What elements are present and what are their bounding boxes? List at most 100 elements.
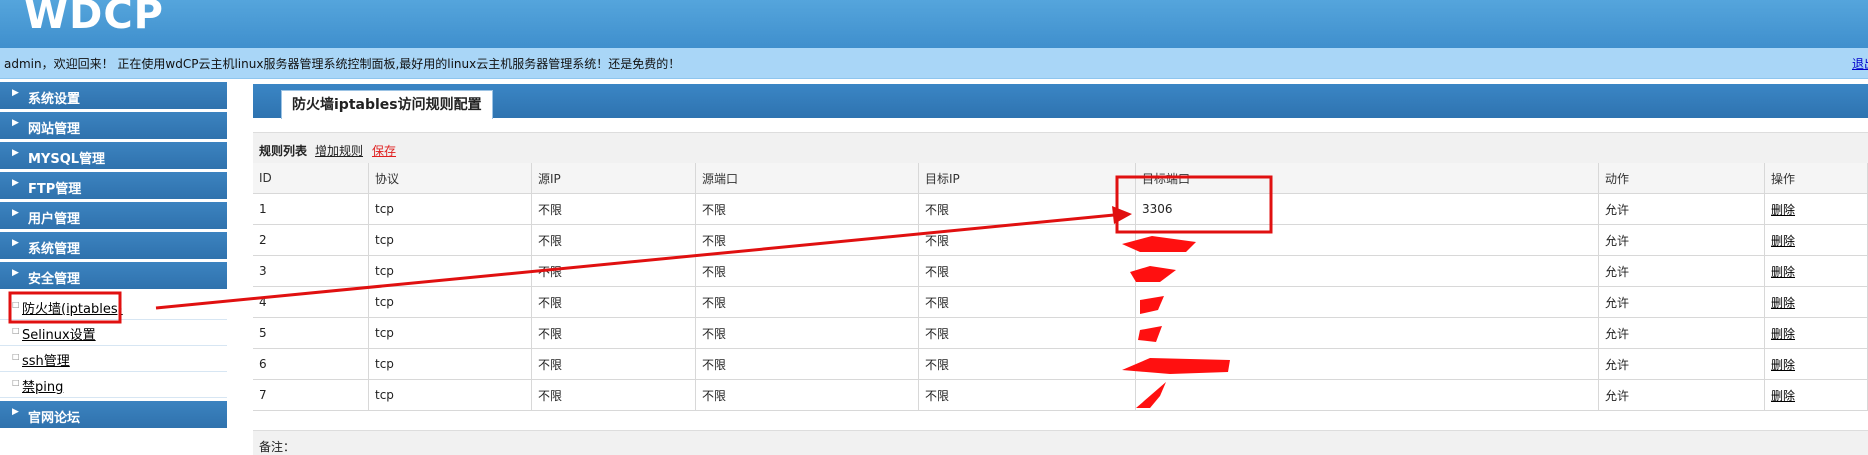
cell-protocol: tcp bbox=[368, 379, 532, 411]
delete-link[interactable]: 删除 bbox=[1771, 265, 1795, 279]
cell-src-ip: 不限 bbox=[531, 379, 696, 411]
caret-right-icon: ▶ bbox=[12, 118, 19, 128]
rule-list-toolbar: 规则列表 增加规则 保存 bbox=[253, 132, 1868, 163]
caret-right-icon: ▶ bbox=[12, 268, 19, 278]
sidebar-subitem-label[interactable]: 禁ping bbox=[22, 376, 63, 395]
caret-right-icon: ▶ bbox=[12, 238, 19, 248]
cell-src-port: 不限 bbox=[695, 193, 919, 225]
sidebar-subitem-firewall[interactable]: □ 防火墙(iptables) bbox=[0, 294, 227, 320]
welcome-text: admin，欢迎回来！ 正在使用wdCP云主机linux服务器管理系统控制面板,… bbox=[4, 57, 681, 71]
delete-link[interactable]: 删除 bbox=[1771, 327, 1795, 341]
delete-link[interactable]: 删除 bbox=[1771, 389, 1795, 403]
col-header-action: 动作 bbox=[1598, 163, 1765, 194]
sidebar-item-site-management[interactable]: ▶ 网站管理 bbox=[0, 112, 227, 139]
col-header-id: ID bbox=[253, 163, 369, 194]
delete-link[interactable]: 删除 bbox=[1771, 358, 1795, 372]
cell-src-port: 不限 bbox=[695, 317, 919, 349]
cell-operation: 删除 bbox=[1764, 317, 1868, 349]
cell-operation: 删除 bbox=[1764, 193, 1868, 225]
col-header-protocol: 协议 bbox=[368, 163, 532, 194]
remark-label: 备注： bbox=[259, 440, 296, 454]
table-row: 1 tcp 不限 不限 不限 3306 允许 删除 bbox=[253, 193, 1868, 225]
page-title-tab[interactable]: 防火墙iptables访问规则配置 bbox=[281, 90, 493, 119]
square-bullet-icon: □ bbox=[12, 352, 20, 361]
main-panel: 防火墙iptables访问规则配置 规则列表 增加规则 保存 ID 协议 源IP… bbox=[253, 84, 1868, 411]
cell-dst-ip: 不限 bbox=[918, 317, 1136, 349]
add-rule-link[interactable]: 增加规则 bbox=[315, 142, 363, 159]
security-submenu: □ 防火墙(iptables) □ Selinux设置 □ ssh管理 □ 禁p… bbox=[0, 292, 227, 398]
sidebar-item-label: 官网论坛 bbox=[28, 411, 81, 426]
cell-operation: 删除 bbox=[1764, 379, 1868, 411]
cell-action: 允许 bbox=[1598, 317, 1765, 349]
cell-src-ip: 不限 bbox=[531, 193, 696, 225]
cell-id: 7 bbox=[253, 379, 369, 411]
sidebar-subitem-label[interactable]: Selinux设置 bbox=[22, 324, 96, 343]
cell-dst-ip: 不限 bbox=[918, 224, 1136, 256]
remark-bar: 备注： bbox=[253, 430, 1868, 455]
sidebar-item-system-settings[interactable]: ▶ 系统设置 bbox=[0, 82, 227, 109]
cell-dst-port bbox=[1135, 317, 1599, 349]
cell-src-ip: 不限 bbox=[531, 348, 696, 380]
sidebar-subitem-selinux[interactable]: □ Selinux设置 bbox=[0, 320, 227, 346]
rule-list-title: 规则列表 bbox=[259, 144, 308, 158]
table-row: 7 tcp 不限 不限 不限 允许 删除 bbox=[253, 379, 1868, 411]
square-bullet-icon: □ bbox=[12, 378, 20, 387]
table-row: 4 tcp 不限 不限 不限 允许 删除 bbox=[253, 286, 1868, 318]
cell-action: 允许 bbox=[1598, 379, 1765, 411]
table-header-row: ID 协议 源IP 源端口 目标IP 目标端口 动作 操作 bbox=[253, 163, 1868, 194]
delete-link[interactable]: 删除 bbox=[1771, 203, 1795, 217]
logo: WDCP bbox=[24, 0, 164, 38]
cell-action: 允许 bbox=[1598, 286, 1765, 318]
cell-src-port: 不限 bbox=[695, 379, 919, 411]
sidebar-item-label: 系统设置 bbox=[28, 92, 81, 107]
table-row: 3 tcp 不限 不限 不限 允许 删除 bbox=[253, 255, 1868, 287]
cell-operation: 删除 bbox=[1764, 224, 1868, 256]
cell-operation: 删除 bbox=[1764, 255, 1868, 287]
cell-src-port: 不限 bbox=[695, 348, 919, 380]
sidebar-item-label: 网站管理 bbox=[28, 122, 81, 137]
cell-id: 5 bbox=[253, 317, 369, 349]
cell-src-port: 不限 bbox=[695, 224, 919, 256]
table-row: 2 tcp 不限 不限 不限 允许 删除 bbox=[253, 224, 1868, 256]
sidebar-item-mysql[interactable]: ▶ MYSQL管理 bbox=[0, 142, 227, 169]
cell-protocol: tcp bbox=[368, 348, 532, 380]
col-header-dst-port: 目标端口 bbox=[1135, 163, 1599, 194]
cell-dst-ip: 不限 bbox=[918, 193, 1136, 225]
sidebar-item-label: 系统管理 bbox=[28, 242, 81, 257]
cell-dst-ip: 不限 bbox=[918, 255, 1136, 287]
sidebar-subitem-label[interactable]: ssh管理 bbox=[22, 350, 70, 369]
logout-link[interactable]: 退出 bbox=[1852, 55, 1868, 72]
sidebar-item-system-management[interactable]: ▶ 系统管理 bbox=[0, 232, 227, 259]
sidebar-item-security[interactable]: ▶ 安全管理 bbox=[0, 262, 227, 289]
cell-src-port: 不限 bbox=[695, 255, 919, 287]
cell-dst-port bbox=[1135, 224, 1599, 256]
cell-id: 2 bbox=[253, 224, 369, 256]
cell-action: 允许 bbox=[1598, 255, 1765, 287]
sidebar: ▶ 系统设置 ▶ 网站管理 ▶ MYSQL管理 ▶ FTP管理 ▶ 用户管理 ▶… bbox=[0, 82, 227, 431]
table-row: 5 tcp 不限 不限 不限 允许 删除 bbox=[253, 317, 1868, 349]
caret-right-icon: ▶ bbox=[12, 88, 19, 98]
sidebar-subitem-label[interactable]: 防火墙(iptables) bbox=[22, 298, 123, 317]
col-header-operation: 操作 bbox=[1764, 163, 1868, 194]
delete-link[interactable]: 删除 bbox=[1771, 234, 1795, 248]
save-link[interactable]: 保存 bbox=[372, 142, 396, 159]
cell-dst-ip: 不限 bbox=[918, 379, 1136, 411]
cell-operation: 删除 bbox=[1764, 286, 1868, 318]
col-header-src-ip: 源IP bbox=[531, 163, 696, 194]
sidebar-item-users[interactable]: ▶ 用户管理 bbox=[0, 202, 227, 229]
cell-dst-port bbox=[1135, 379, 1599, 411]
cell-operation: 删除 bbox=[1764, 348, 1868, 380]
sidebar-item-forum[interactable]: ▶ 官网论坛 bbox=[0, 401, 227, 428]
caret-right-icon: ▶ bbox=[12, 407, 19, 417]
sidebar-subitem-noping[interactable]: □ 禁ping bbox=[0, 372, 227, 398]
cell-dst-port bbox=[1135, 348, 1599, 380]
delete-link[interactable]: 删除 bbox=[1771, 296, 1795, 310]
cell-protocol: tcp bbox=[368, 286, 532, 318]
caret-right-icon: ▶ bbox=[12, 178, 19, 188]
sidebar-item-ftp[interactable]: ▶ FTP管理 bbox=[0, 172, 227, 199]
sidebar-subitem-ssh[interactable]: □ ssh管理 bbox=[0, 346, 227, 372]
sidebar-item-label: MYSQL管理 bbox=[28, 152, 106, 167]
cell-src-port: 不限 bbox=[695, 286, 919, 318]
welcome-bar: admin，欢迎回来！ 正在使用wdCP云主机linux服务器管理系统控制面板,… bbox=[0, 48, 1868, 79]
square-bullet-icon: □ bbox=[12, 326, 20, 335]
